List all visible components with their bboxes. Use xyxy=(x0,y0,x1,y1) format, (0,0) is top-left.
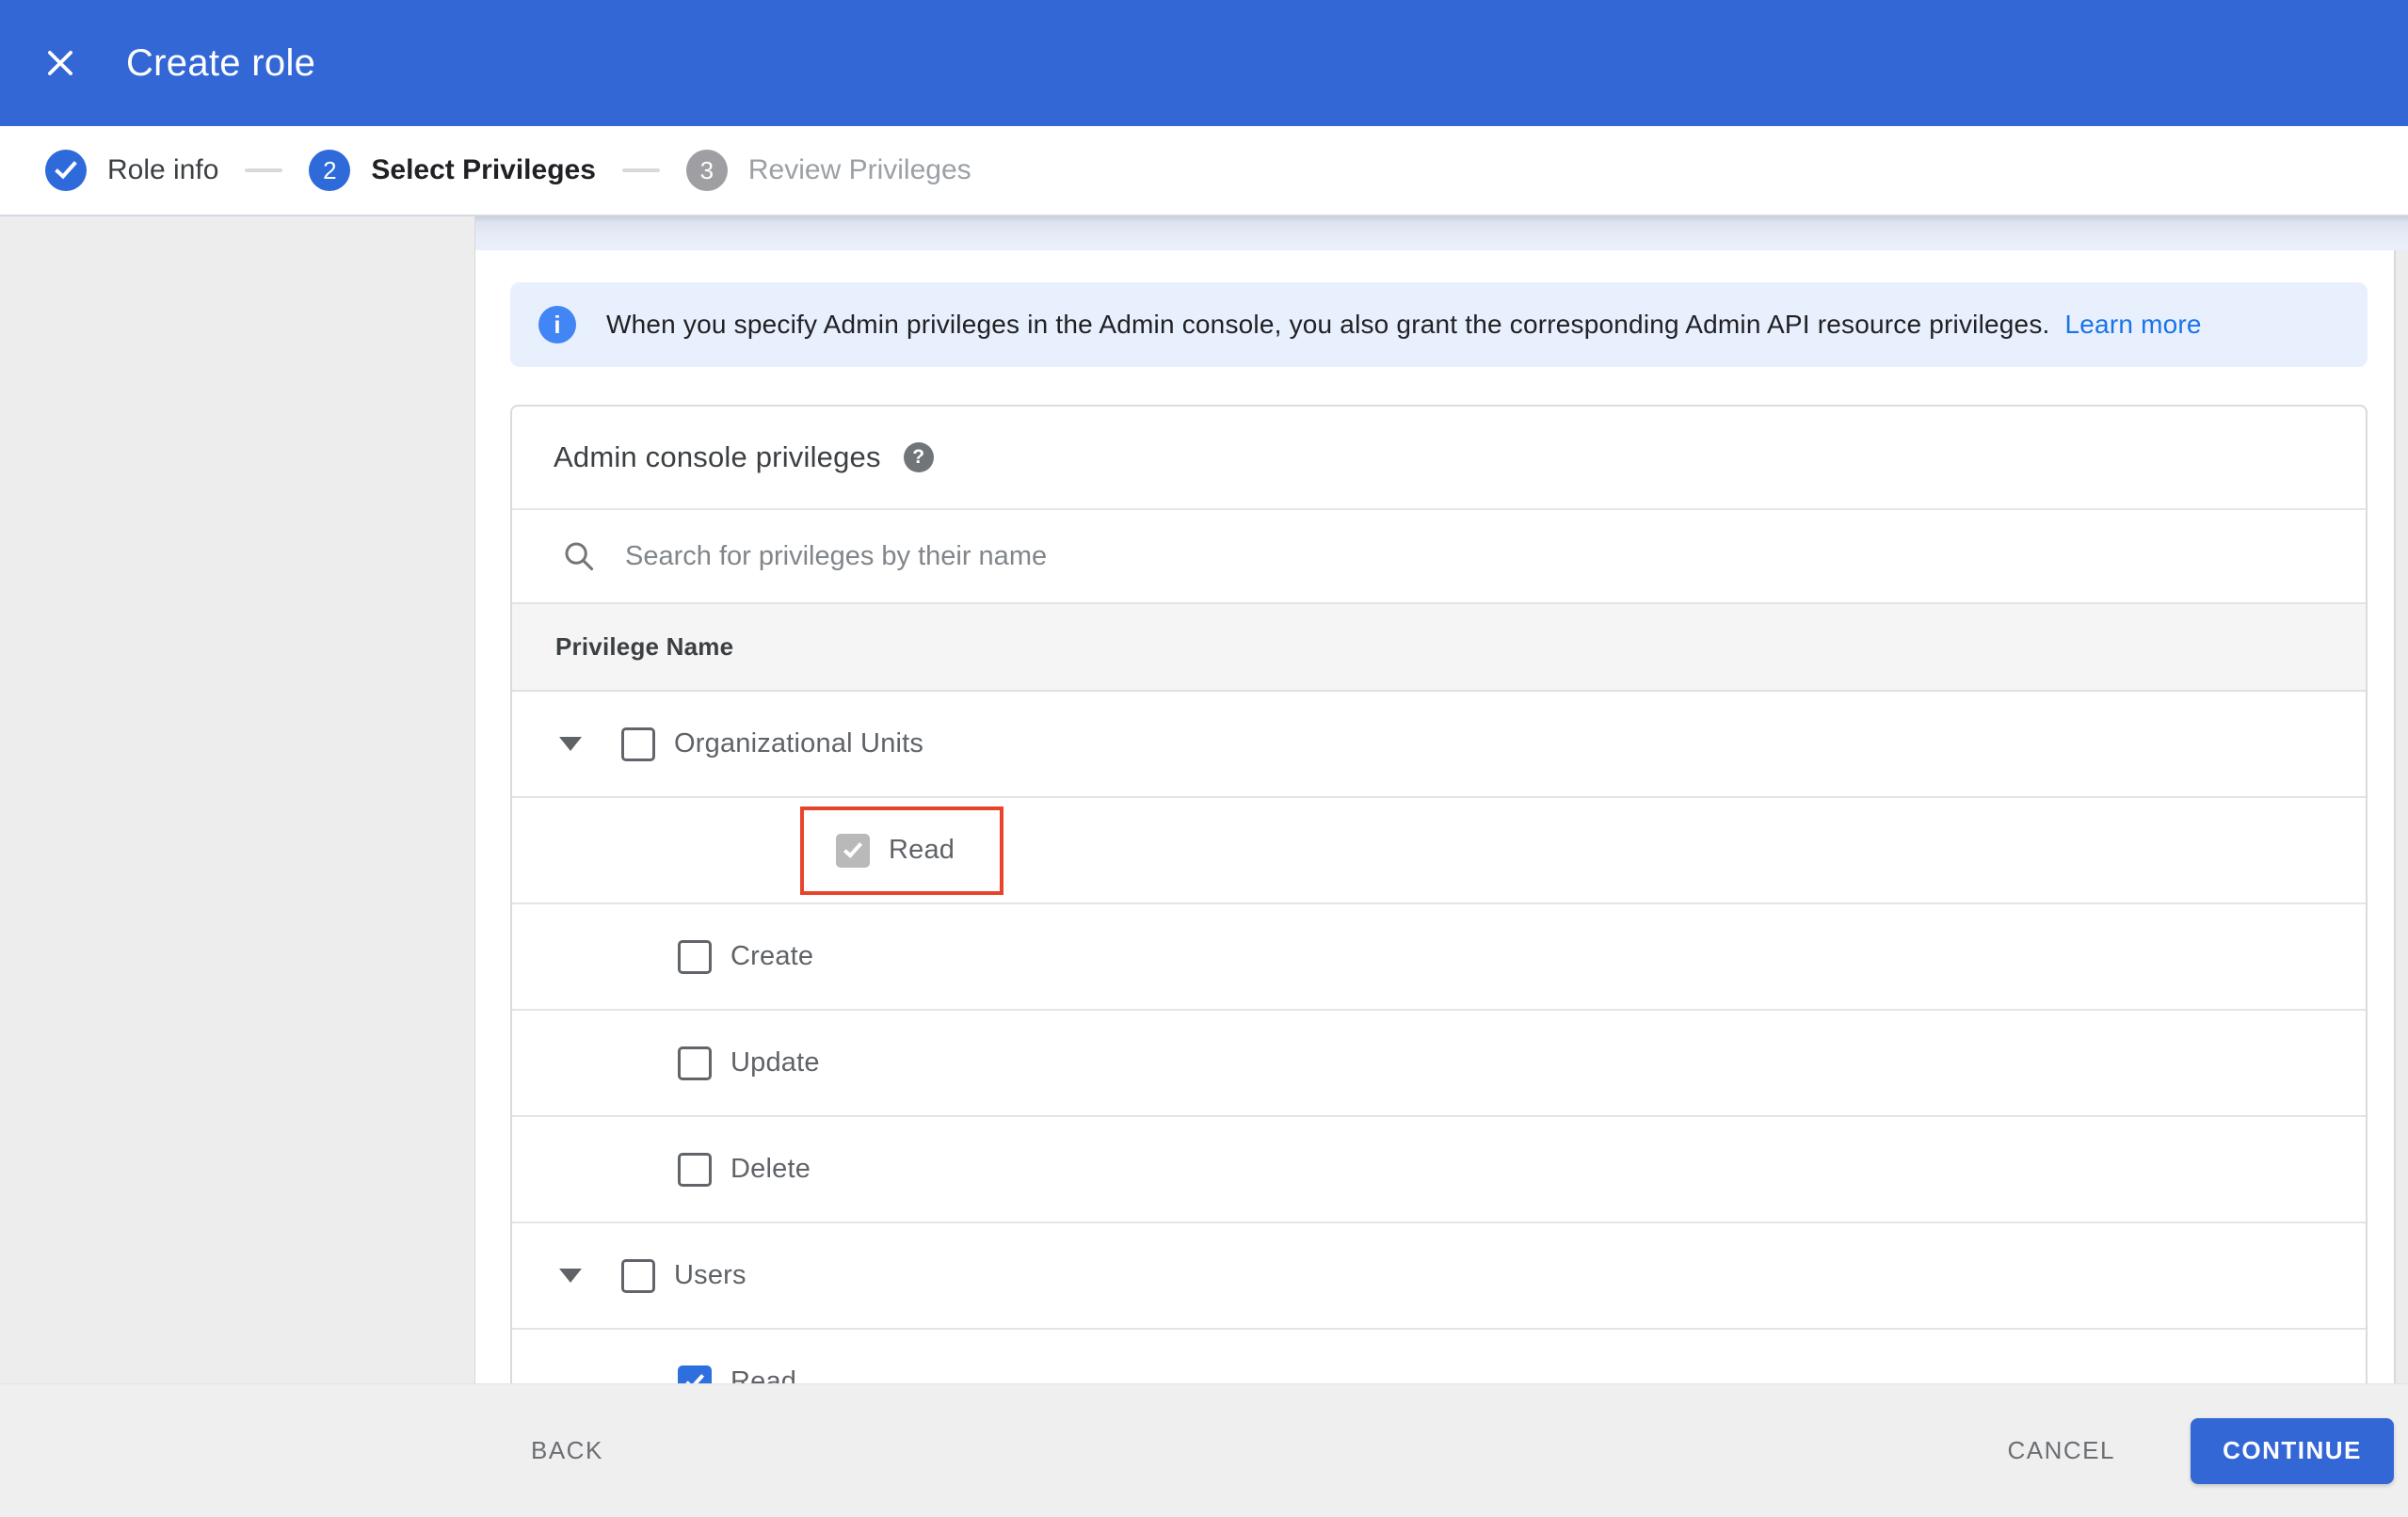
checkbox[interactable] xyxy=(836,833,870,868)
banner-text: When you specify Admin privileges in the… xyxy=(606,310,2202,340)
back-button[interactable]: BACK xyxy=(531,1436,603,1465)
table-row[interactable]: Update xyxy=(512,1011,2366,1117)
step-number-circle: 2 xyxy=(309,150,351,191)
checkbox[interactable] xyxy=(678,1152,712,1187)
step-label: Select Privileges xyxy=(371,154,596,185)
step-connector xyxy=(621,168,660,172)
column-header-privilege-name: Privilege Name xyxy=(555,632,734,661)
checkbox[interactable] xyxy=(621,727,655,761)
expand-arrow-icon[interactable] xyxy=(559,1269,582,1283)
scrolled-content-edge xyxy=(475,216,2408,250)
expand-arrow-icon[interactable] xyxy=(559,737,582,751)
footer-action-bar: BACK CANCEL CONTINUE xyxy=(0,1383,2408,1517)
x-close-icon xyxy=(48,51,72,75)
card-header: Admin console privileges ? xyxy=(512,407,2366,508)
search-input[interactable] xyxy=(625,540,2131,572)
privilege-label: Users xyxy=(674,1260,746,1290)
privilege-label: Organizational Units xyxy=(674,728,924,758)
close-button[interactable] xyxy=(26,29,94,97)
step-number-circle: 3 xyxy=(685,150,728,191)
create-role-dialog: Create role Role info 2 Select Privilege… xyxy=(0,0,2408,1517)
table-header: Privilege Name xyxy=(512,602,2366,692)
banner-message: When you specify Admin privileges in the… xyxy=(606,310,2050,339)
table-row[interactable]: Read xyxy=(512,798,2366,904)
checkmark-icon xyxy=(843,838,863,858)
privilege-label: Read xyxy=(889,835,955,865)
table-row[interactable]: Delete xyxy=(512,1117,2366,1223)
page-title: Create role xyxy=(126,41,316,84)
wizard-stepper: Role info 2 Select Privileges 3 Review P… xyxy=(0,126,2408,216)
annotation-highlight-box: Read xyxy=(800,806,1004,895)
info-banner: i When you specify Admin privileges in t… xyxy=(510,282,2368,367)
checkmark-icon xyxy=(55,155,77,180)
step-complete-circle xyxy=(45,150,87,191)
search-icon xyxy=(565,542,594,571)
step-role-info[interactable]: Role info xyxy=(45,150,218,191)
checkbox[interactable] xyxy=(678,1046,712,1080)
cancel-button[interactable]: CANCEL xyxy=(2008,1436,2115,1465)
left-gutter xyxy=(0,216,475,1383)
step-label: Role info xyxy=(107,154,219,185)
checkbox[interactable] xyxy=(621,1258,655,1293)
privilege-rows: Organizational Units Read Create Update Dele… xyxy=(512,692,2366,1436)
privilege-label: Delete xyxy=(730,1154,811,1184)
privileges-card: Admin console privileges ? Privilege Nam… xyxy=(510,405,2368,1438)
privilege-label: Update xyxy=(730,1047,820,1078)
search-row xyxy=(512,508,2366,602)
card-title: Admin console privileges xyxy=(554,440,881,473)
step-review-privileges[interactable]: 3 Review Privileges xyxy=(685,150,971,191)
table-row[interactable]: Organizational Units xyxy=(512,692,2366,798)
table-row[interactable]: Create xyxy=(512,904,2366,1011)
help-icon[interactable]: ? xyxy=(903,442,934,472)
app-bar: Create role xyxy=(0,0,2408,126)
step-connector xyxy=(245,168,283,172)
table-row[interactable]: Users xyxy=(512,1223,2366,1330)
checkbox[interactable] xyxy=(678,939,712,974)
continue-button[interactable]: CONTINUE xyxy=(2191,1417,2394,1484)
step-label: Review Privileges xyxy=(747,154,971,185)
info-icon: i xyxy=(538,306,576,343)
learn-more-link[interactable]: Learn more xyxy=(2065,310,2202,339)
step-select-privileges[interactable]: 2 Select Privileges xyxy=(309,150,596,191)
scrollbar-track[interactable] xyxy=(2394,250,2408,1383)
privilege-label: Create xyxy=(730,941,814,971)
